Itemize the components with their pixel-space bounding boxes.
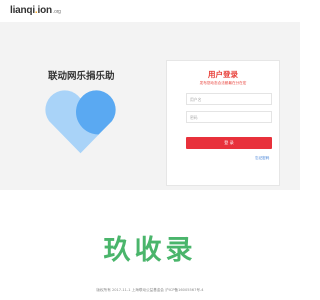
- login-subtitle: 发布您动态合法都最在分在宏: [199, 81, 247, 85]
- heart-left-half: [45, 90, 81, 154]
- domain-watermark: 玖收录: [103, 235, 197, 266]
- username-input[interactable]: [186, 93, 272, 105]
- login-title: 用户登录: [208, 70, 238, 79]
- site-logo[interactable]: lianqi.ion.org: [10, 5, 61, 16]
- brand-title: 联动网乐捐乐助: [48, 71, 115, 82]
- logo-tld: .org: [52, 9, 61, 15]
- login-button[interactable]: 登 录: [186, 137, 272, 149]
- top-bar: lianqi.ion.org: [0, 0, 300, 22]
- password-input[interactable]: [186, 111, 272, 123]
- login-panel: 用户登录 发布您动态合法都最在分在宏 登 录 忘记密码: [166, 60, 280, 186]
- logo-main: lianqi: [10, 5, 35, 16]
- heart-icon: [45, 90, 116, 154]
- footer-copyright: 版权所有 2017-11-1 上海联动公益基金会 沪ICP备16005567号-…: [96, 288, 204, 292]
- logo-rest: ion: [37, 5, 53, 16]
- forgot-password-link[interactable]: 忘记密码: [255, 156, 269, 161]
